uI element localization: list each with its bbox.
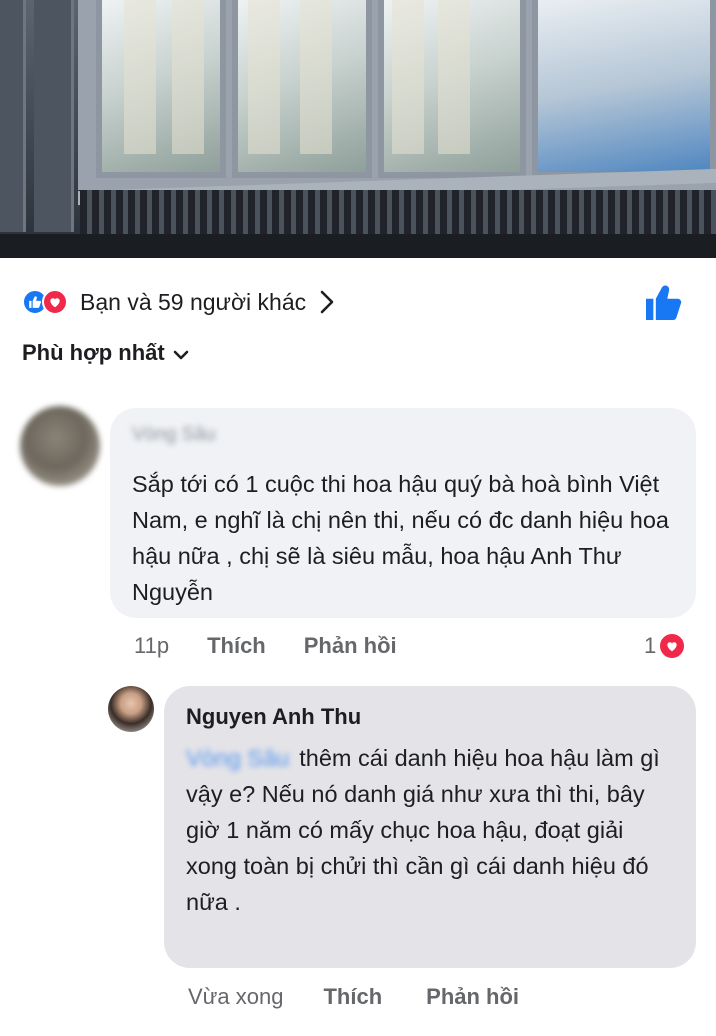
- reaction-summary-text: Bạn và 59 người khác: [80, 288, 307, 315]
- photo-base: [0, 234, 716, 258]
- reaction-summary[interactable]: Bạn và 59 người khác: [22, 284, 694, 320]
- avatar[interactable]: [20, 406, 100, 486]
- chevron-right-icon: [320, 290, 334, 314]
- comment-reply-button[interactable]: Phản hồi: [304, 633, 397, 659]
- love-icon: [658, 632, 687, 660]
- avatar[interactable]: [108, 686, 154, 732]
- reply-actions: Vừa xong Thích Phản hồi: [188, 980, 563, 1014]
- comment-like-button[interactable]: Thích: [207, 633, 266, 659]
- love-icon: [42, 289, 68, 315]
- comment-actions: 11p Thích Phản hồi: [134, 630, 435, 662]
- like-button-icon[interactable]: [644, 284, 684, 325]
- photo-pillar: [34, 0, 74, 232]
- mention-tag[interactable]: Vòng Sâu: [186, 745, 289, 771]
- comment-sort-dropdown[interactable]: Phù hợp nhất: [22, 343, 189, 369]
- chevron-down-icon: [173, 343, 189, 366]
- comment-reaction-count[interactable]: 1: [644, 630, 687, 662]
- reply-bubble: Nguyen Anh Thu Vòng Sâu thêm cái danh hiệ…: [164, 686, 696, 968]
- photo-window-pane: [532, 0, 716, 178]
- comment-author[interactable]: Vòng Sâu: [132, 424, 676, 458]
- reply-time: Vừa xong: [188, 984, 284, 1009]
- photo-pillar: [0, 0, 26, 232]
- photo-window-pane: [232, 0, 372, 178]
- reply-author[interactable]: Nguyen Anh Thu: [186, 698, 676, 736]
- post-photo[interactable]: [0, 0, 716, 258]
- comment-text: Sắp tới có 1 cuộc thi hoa hậu quý bà hoà…: [132, 471, 669, 605]
- sort-label: Phù hợp nhất: [22, 343, 165, 365]
- comment-bubble: Vòng Sâu Sắp tới có 1 cuộc thi hoa hậu q…: [110, 408, 696, 618]
- reaction-count: 1: [644, 633, 657, 658]
- reply-text-block: Vòng Sâu thêm cái danh hiệu hoa hậu làm g…: [186, 740, 676, 920]
- reply-like-button[interactable]: Thích: [323, 984, 382, 1010]
- photo-window-pane: [96, 0, 226, 178]
- photo-window-pane: [378, 0, 526, 178]
- reaction-icons: [22, 289, 68, 315]
- comment-time: 11p: [134, 633, 170, 658]
- reply-reply-button[interactable]: Phản hồi: [426, 984, 519, 1010]
